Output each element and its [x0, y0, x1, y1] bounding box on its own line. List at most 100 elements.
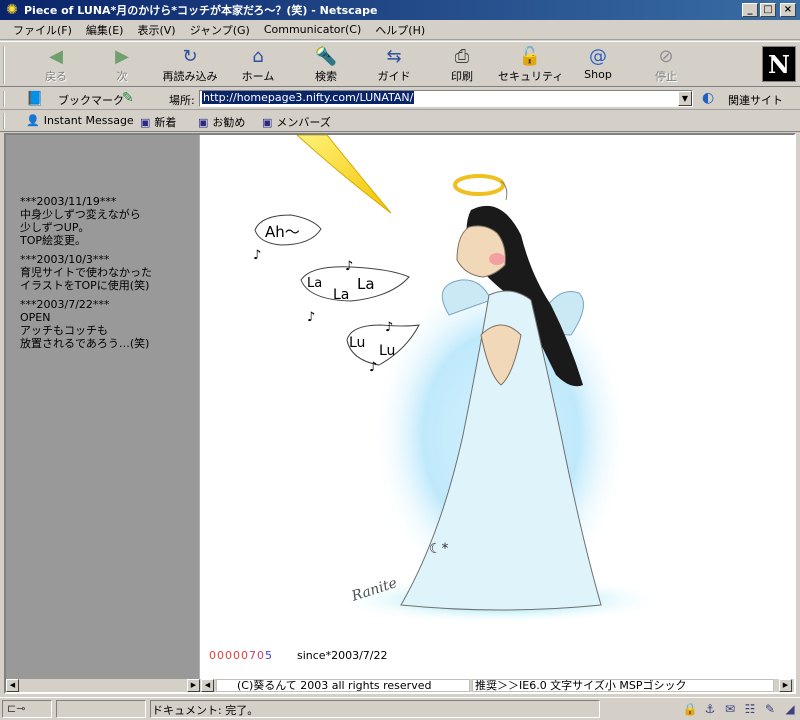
minimize-button[interactable]: _ [742, 3, 758, 17]
instant-message-link[interactable]: 👤 Instant Message [26, 114, 134, 127]
music-note-icon: ♪ [307, 310, 315, 325]
guide-signpost-icon: ⇆ [386, 46, 402, 67]
connection-indicator[interactable]: ⊏⊸ [2, 700, 52, 718]
back-label: 戻る [45, 70, 67, 83]
padlock-icon: 🔓 [518, 46, 542, 67]
bookmarks-icon[interactable]: 📘 [26, 91, 44, 107]
news-frame: ***2003/11/19*** 中身少しずつ変えながら 少しずつUP。 TOP… [6, 135, 200, 679]
search-button[interactable]: 🔦 検索 [294, 44, 358, 86]
resize-grip-icon[interactable]: ◢ [782, 701, 798, 717]
bookmarks-button[interactable]: ブックマーク [58, 92, 124, 108]
news-line: アッチもコッチも [20, 324, 108, 337]
related-sites-button[interactable]: 関連サイト [728, 92, 783, 108]
scroll-left-arrow-icon[interactable]: ◀ [201, 679, 214, 692]
print-button[interactable]: ⎙ 印刷 [430, 44, 494, 86]
menu-help[interactable]: ヘルプ(H) [368, 22, 432, 38]
news-line: 中身少しずつ変えながら [20, 208, 141, 221]
window-title: Piece of LUNA*月のかけら*コッチが本家だろ～？(笑) - Nets… [24, 4, 378, 17]
mail-icon[interactable]: ✉ [722, 701, 738, 717]
home-button[interactable]: ⌂ ホーム [226, 44, 290, 86]
reload-label: 再読み込み [162, 70, 218, 83]
scroll-left-arrow-icon[interactable]: ◀ [6, 679, 19, 692]
bubble-ah-text: Ah～ [265, 223, 300, 241]
security-lock-icon[interactable]: 🔒 [682, 701, 698, 717]
close-button[interactable]: × [780, 3, 796, 17]
stop-button[interactable]: ⊘ 停止 [634, 44, 698, 86]
menu-go[interactable]: ジャンプ(G) [183, 22, 257, 38]
shop-button[interactable]: @ Shop [566, 44, 630, 86]
navigation-toolbar: ◀ 戻る ▶ 次 ↻ 再読み込み ⌂ ホーム 🔦 検索 ⇆ ガイド ⎙ 印刷 🔓… [0, 41, 800, 87]
status-bar: ⊏⊸ ドキュメント: 完了。 🔒 ⚓ ✉ ☷ ✎ ◢ [0, 697, 800, 720]
netscape-logo[interactable]: N [762, 46, 796, 82]
scroll-right-arrow-icon[interactable]: ▶ [187, 679, 200, 692]
instant-message-icon: 👤 [26, 114, 40, 127]
personal-grip[interactable] [3, 113, 9, 129]
personal-toolbar: 👤 Instant Message ▣ 新着 ▣ お勧め ▣ メンバーズ [0, 110, 800, 132]
bookmark-page-icon: ▣ [140, 115, 151, 129]
status-message: ドキュメント: 完了。 [152, 704, 259, 717]
news-list: ***2003/11/19*** 中身少しずつ変えながら 少しずつUP。 TOP… [20, 195, 198, 356]
location-label: 場所: [169, 94, 195, 107]
location-toolbar: 📘 ブックマーク ✎ 場所: http://homepage3.nifty.co… [0, 88, 800, 110]
newsgroups-icon[interactable]: ☷ [742, 701, 758, 717]
home-label: ホーム [241, 70, 275, 83]
url-dropdown-arrow-icon[interactable]: ▼ [678, 91, 692, 106]
reload-icon: ↻ [182, 46, 198, 67]
halo [453, 174, 505, 196]
related-sites-icon[interactable]: ◐ [702, 90, 714, 106]
shop-label: Shop [584, 68, 612, 81]
news-line: OPEN [20, 311, 51, 324]
news-line: 少しずつUP。 [20, 221, 90, 234]
bubble-la-text-1: La [307, 276, 322, 291]
toolbar-grip[interactable] [3, 46, 9, 84]
guide-button[interactable]: ⇆ ガイド [362, 44, 426, 86]
connection-plug-icon: ⊏⊸ [7, 702, 26, 715]
music-note-icon: ♪ [385, 320, 393, 335]
forward-button[interactable]: ▶ 次 [90, 44, 154, 86]
maximize-button[interactable]: □ [760, 3, 776, 17]
printer-icon: ⎙ [454, 46, 470, 67]
netscape-app-icon[interactable]: ✺ [4, 2, 20, 18]
news-date: ***2003/10/3*** [20, 253, 110, 266]
back-button[interactable]: ◀ 戻る [24, 44, 88, 86]
bookmark-page-icon: ▣ [262, 115, 273, 129]
back-arrow-icon: ◀ [49, 46, 63, 67]
instant-message-label: Instant Message [43, 114, 134, 127]
location-grip[interactable] [3, 91, 9, 107]
counter-digits-blue: 5 [265, 649, 273, 662]
reload-button[interactable]: ↻ 再読み込み [158, 44, 222, 86]
security-button[interactable]: 🔓 セキュリティ [498, 44, 564, 86]
news-line: 育児サイトで使わなかった [20, 266, 152, 279]
news-line: 放置されるであろう…(笑) [20, 337, 150, 350]
new-link[interactable]: ▣ 新着 [140, 114, 176, 130]
recommend-label: お勧め [212, 116, 246, 129]
composer-icon[interactable]: ✎ [762, 701, 778, 717]
news-date: ***2003/7/22*** [20, 298, 110, 311]
menu-communicator[interactable]: Communicator(C) [257, 23, 368, 36]
home-icon: ⌂ [252, 46, 264, 67]
access-counter: 00000705 [209, 649, 273, 662]
menu-edit[interactable]: 編集(E) [79, 22, 131, 38]
url-field[interactable]: http://homepage3.nifty.com/LUNATAN/ ▼ [199, 90, 693, 107]
members-label: メンバーズ [276, 116, 331, 129]
navigator-icon[interactable]: ⚓ [702, 701, 718, 717]
security-label: セキュリティ [498, 70, 564, 83]
counter-digits-red: 00000 [209, 649, 249, 662]
new-label: 新着 [154, 116, 177, 129]
moon-crescent [296, 135, 392, 214]
menu-view[interactable]: 表示(V) [130, 22, 182, 38]
recommend-link[interactable]: ▣ お勧め [198, 114, 245, 130]
page-proxy-icon[interactable]: ✎ [122, 90, 134, 106]
bubble-la-text-3: La [357, 275, 375, 293]
since-date: since*2003/7/22 [297, 649, 388, 662]
bubble-la-text-2: La [333, 287, 349, 303]
url-text[interactable]: http://homepage3.nifty.com/LUNATAN/ [202, 91, 415, 104]
progress-cell [56, 700, 146, 718]
members-link[interactable]: ▣ メンバーズ [262, 114, 331, 130]
cheek [489, 253, 505, 265]
page-viewport: ***2003/11/19*** 中身少しずつ変えながら 少しずつUP。 TOP… [4, 133, 796, 694]
menu-file[interactable]: ファイル(F) [6, 22, 79, 38]
scroll-right-arrow-icon[interactable]: ▶ [779, 679, 792, 692]
print-label: 印刷 [451, 70, 473, 83]
component-bar: 🔒 ⚓ ✉ ☷ ✎ ◢ [682, 701, 798, 717]
